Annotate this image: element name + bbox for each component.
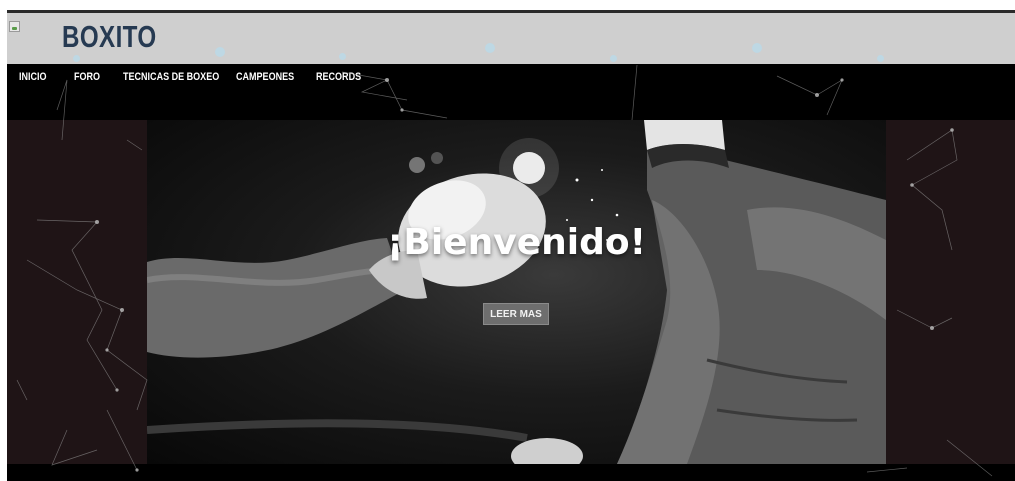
- main-nav: INICIO FORO TECNICAS DE BOXEO CAMPEONES …: [7, 64, 1015, 120]
- left-side-panel: [7, 120, 147, 464]
- footer-bar: [7, 464, 1015, 481]
- decorative-dot: [610, 55, 617, 62]
- site-brand[interactable]: BOXITO: [62, 19, 157, 55]
- decorative-dot: [339, 53, 346, 60]
- decorative-dot: [215, 47, 225, 57]
- hero-banner: ¡Bienvenido! LEER MAS: [147, 120, 886, 464]
- site-header: BOXITO: [7, 10, 1015, 64]
- nav-item-tecnicas[interactable]: TECNICAS DE BOXEO: [123, 71, 219, 83]
- decorative-dot: [73, 55, 80, 62]
- read-more-button[interactable]: LEER MAS: [483, 303, 549, 325]
- nav-item-records[interactable]: RECORDS: [316, 71, 361, 83]
- nav-item-foro[interactable]: FORO: [74, 71, 100, 83]
- decorative-dot: [877, 55, 884, 62]
- decorative-dot: [485, 43, 495, 53]
- boxing-punch-photo: [147, 120, 886, 464]
- hero-title: ¡Bienvenido!: [386, 222, 646, 263]
- broken-image-icon: [9, 21, 20, 32]
- nav-item-campeones[interactable]: CAMPEONES: [236, 71, 294, 83]
- page: BOXITO INICIO FORO TECNICAS DE BOXEO CAM…: [7, 10, 1015, 481]
- decorative-dot: [752, 43, 762, 53]
- nav-item-inicio[interactable]: INICIO: [19, 71, 47, 83]
- right-side-panel: [886, 120, 1015, 464]
